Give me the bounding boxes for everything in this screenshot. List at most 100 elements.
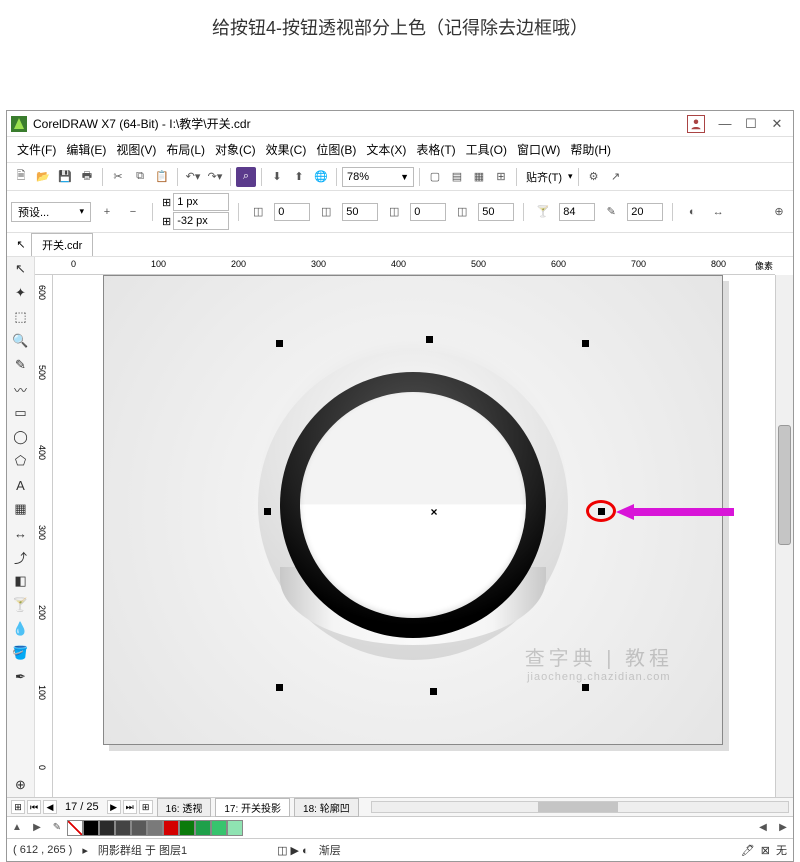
h-input[interactable]: 0 <box>410 203 446 221</box>
snap-dropdown[interactable]: 贴齐(T) <box>522 169 566 185</box>
horizontal-scrollbar[interactable] <box>371 801 789 813</box>
sel-handle-tr[interactable] <box>582 340 589 347</box>
menu-text[interactable]: 文本(X) <box>362 139 410 160</box>
val-b-input[interactable]: 20 <box>627 203 663 221</box>
ruler-vertical[interactable]: 600 500 400 300 200 100 0 <box>35 275 53 797</box>
menu-help[interactable]: 帮助(H) <box>566 139 615 160</box>
preset-add-icon[interactable]: + <box>97 202 117 222</box>
sel-handle-tl[interactable] <box>276 340 283 347</box>
rectangle-tool[interactable]: ▭ <box>7 401 34 425</box>
launch-icon[interactable]: ↗ <box>606 167 626 187</box>
dir-icon-3[interactable]: ◫ <box>384 202 404 222</box>
sx-input[interactable]: 50 <box>342 203 378 221</box>
menu-edit[interactable]: 编辑(E) <box>62 139 110 160</box>
paste-icon[interactable]: 📋 <box>152 167 172 187</box>
sel-handle-tm[interactable] <box>426 336 433 343</box>
dir-icon-1[interactable]: ◫ <box>248 202 268 222</box>
y-pos-input[interactable]: -32 px <box>173 212 229 230</box>
connector-tool[interactable]: ⤴ <box>7 545 34 569</box>
swatch-1[interactable] <box>99 820 115 836</box>
menu-object[interactable]: 对象(C) <box>211 139 260 160</box>
x-pos-input[interactable]: 1 px <box>173 193 229 211</box>
table-tool[interactable]: ▦ <box>7 497 34 521</box>
sel-handle-br[interactable] <box>582 684 589 691</box>
menu-table[interactable]: 表格(T) <box>412 139 459 160</box>
menu-tools[interactable]: 工具(O) <box>462 139 511 160</box>
redo-icon[interactable]: ↷▾ <box>205 167 225 187</box>
grid-icon[interactable]: ▦ <box>469 167 489 187</box>
vertical-scrollbar[interactable] <box>775 275 793 797</box>
fill-tool[interactable]: 🪣 <box>7 641 34 665</box>
w-input[interactable]: 0 <box>274 203 310 221</box>
guides-icon[interactable]: ⊞ <box>491 167 511 187</box>
palette-next[interactable]: ▶ <box>29 820 45 836</box>
menu-file[interactable]: 文件(F) <box>13 139 60 160</box>
print-icon[interactable]: 🖶 <box>77 167 97 187</box>
sel-center[interactable]: × <box>430 505 437 519</box>
effects-tool[interactable]: ◧ <box>7 569 34 593</box>
quick-custom-icon[interactable]: ⊕ <box>7 773 34 797</box>
palette-scroll-right[interactable]: ▶ <box>775 820 791 836</box>
vscroll-thumb[interactable] <box>778 425 791 545</box>
nav-prev[interactable]: ◀ <box>43 800 57 814</box>
freehand-tool[interactable]: ✎ <box>7 353 34 377</box>
nav-first[interactable]: ⏮ <box>27 800 41 814</box>
artistic-tool[interactable]: 〰 <box>7 377 34 401</box>
menu-effects[interactable]: 效果(C) <box>262 139 311 160</box>
status-next-icon[interactable]: ▸ <box>82 844 88 857</box>
doc-tab[interactable]: 开关.cdr <box>31 233 93 256</box>
minimize-button[interactable]: — <box>713 115 737 133</box>
prop-add-icon[interactable]: ⊕ <box>769 202 789 222</box>
user-account-icon[interactable] <box>687 115 705 133</box>
rulers-icon[interactable]: ▤ <box>447 167 467 187</box>
hscroll-thumb[interactable] <box>538 802 618 812</box>
ellipse-tool[interactable]: ◯ <box>7 425 34 449</box>
knob-artwork[interactable] <box>258 350 568 660</box>
canvas[interactable]: × <box>53 275 775 797</box>
swatch-5[interactable] <box>163 820 179 836</box>
eyedropper-tool[interactable]: 💧 <box>7 617 34 641</box>
swatch-3[interactable] <box>131 820 147 836</box>
nav-next[interactable]: ▶ <box>107 800 121 814</box>
dir-icon-4[interactable]: ◫ <box>452 202 472 222</box>
swatch-7[interactable] <box>195 820 211 836</box>
swatch-6[interactable] <box>179 820 195 836</box>
crop-tool[interactable]: ⬚ <box>7 305 34 329</box>
swatch-0[interactable] <box>83 820 99 836</box>
nav-add-page-2[interactable]: ⊞ <box>139 800 153 814</box>
save-icon[interactable]: 💾 <box>55 167 75 187</box>
dimension-tool[interactable]: ↔ <box>7 521 34 545</box>
preset-remove-icon[interactable]: − <box>123 202 143 222</box>
eyedropper-icon[interactable]: ✎ <box>49 820 65 836</box>
no-fill-swatch[interactable] <box>67 820 83 836</box>
menu-bitmaps[interactable]: 位图(B) <box>312 139 360 160</box>
outline-tool[interactable]: ✒ <box>7 665 34 689</box>
menu-window[interactable]: 窗口(W) <box>513 139 564 160</box>
prop-extra-1[interactable]: ◐ <box>682 202 702 222</box>
undo-icon[interactable]: ↶▾ <box>183 167 203 187</box>
transparency-tool[interactable]: 🍸 <box>7 593 34 617</box>
menu-view[interactable]: 视图(V) <box>112 139 160 160</box>
publish-icon[interactable]: 🌐 <box>311 167 331 187</box>
val-a-input[interactable]: 84 <box>559 203 595 221</box>
export-icon[interactable]: ⬆ <box>289 167 309 187</box>
palette-scroll-left[interactable]: ◀ <box>755 820 771 836</box>
fill-icon[interactable]: 🖊 <box>741 844 755 857</box>
prop-extra-2[interactable]: ↔ <box>708 202 728 222</box>
swatch-9[interactable] <box>227 820 243 836</box>
sel-handle-bl[interactable] <box>276 684 283 691</box>
new-icon[interactable]: 🗎 <box>11 167 31 187</box>
open-icon[interactable]: 📂 <box>33 167 53 187</box>
swatch-8[interactable] <box>211 820 227 836</box>
import-icon[interactable]: ⬇ <box>267 167 287 187</box>
text-tool[interactable]: A <box>7 473 34 497</box>
page-tab-17[interactable]: 17: 开关投影 <box>215 798 290 817</box>
sel-handle-bm[interactable] <box>430 688 437 695</box>
fullscreen-icon[interactable]: ▢ <box>425 167 445 187</box>
search-icon[interactable]: ⌕ <box>236 167 256 187</box>
shape-tool[interactable]: ✦ <box>7 281 34 305</box>
zoom-combo[interactable]: 78%▼ <box>342 167 414 187</box>
palette-prev[interactable]: ▲ <box>9 820 25 836</box>
sy-input[interactable]: 50 <box>478 203 514 221</box>
zoom-tool[interactable]: 🔍 <box>7 329 34 353</box>
